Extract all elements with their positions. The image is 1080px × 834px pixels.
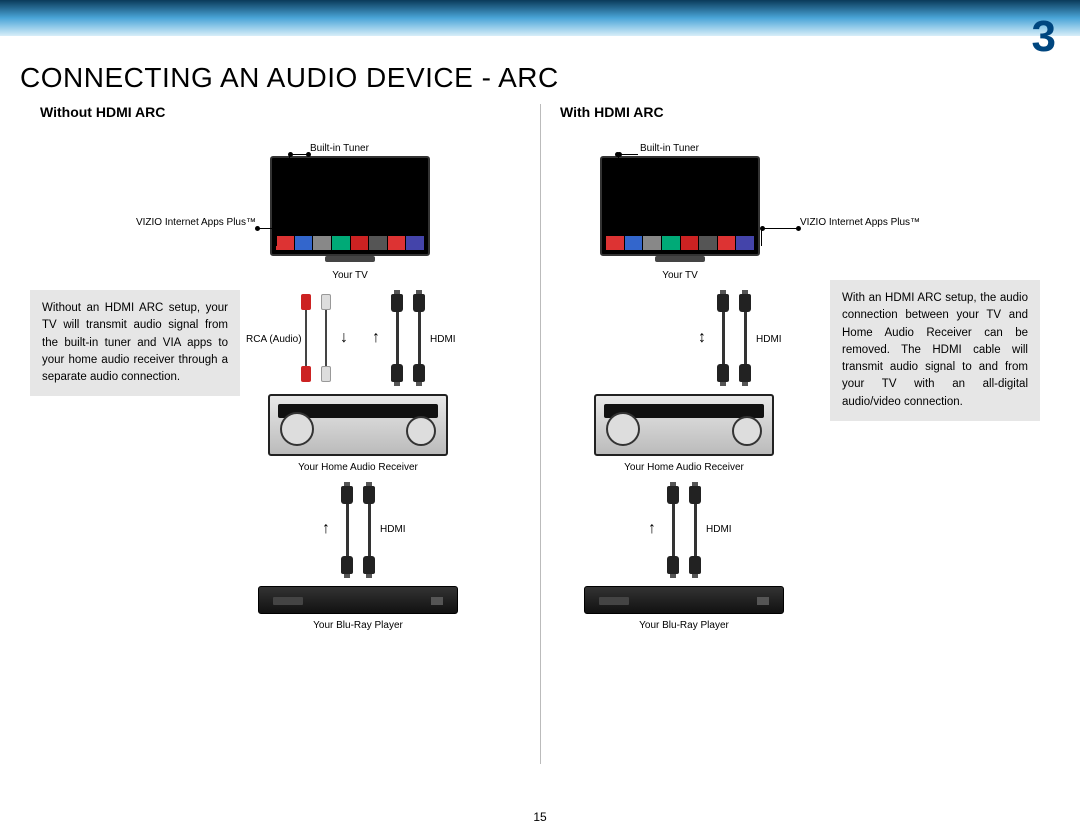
columns-wrap: Without HDMI ARC Built-in Tuner VIZIO In…	[0, 104, 1080, 784]
hdmi-cable-icon	[390, 294, 426, 382]
tv-label: Your TV	[270, 270, 430, 281]
rca-cable-icon	[300, 294, 332, 382]
section-number: 3	[1032, 12, 1056, 62]
receiver-label: Your Home Audio Receiver	[594, 462, 774, 473]
bluray-icon	[584, 586, 784, 614]
page-number: 15	[0, 810, 1080, 824]
column-without-arc: Without HDMI ARC Built-in Tuner VIZIO In…	[0, 104, 540, 784]
cable-label-hdmi: HDMI	[756, 334, 782, 345]
callout-apps: VIZIO Internet Apps Plus™	[800, 217, 920, 228]
hdmi-cable-icon	[716, 294, 752, 382]
callout-line-icon	[289, 154, 290, 166]
hdmi-cable-icon	[340, 486, 376, 574]
tv-label: Your TV	[600, 270, 760, 281]
arrow-up-down-icon: ↕	[698, 329, 706, 347]
cable-label-hdmi: HDMI	[380, 524, 406, 535]
column-heading: With HDMI ARC	[560, 104, 664, 120]
info-box-without-arc: Without an HDMI ARC setup, your TV will …	[30, 290, 240, 396]
cable-label-rca: RCA (Audio)	[246, 334, 302, 345]
header-gradient-band	[0, 0, 1080, 36]
callout-line-icon	[761, 228, 762, 246]
bluray-icon	[258, 586, 458, 614]
arrow-up-icon: ↑	[322, 520, 330, 538]
callout-built-in-tuner: Built-in Tuner	[310, 143, 369, 154]
tv-apps-row-icon	[606, 236, 754, 250]
hdmi-cable-icon	[666, 486, 702, 574]
diagram-with-arc: Built-in Tuner VIZIO Internet Apps Plus™…	[540, 134, 1080, 784]
cable-label-hdmi: HDMI	[706, 524, 732, 535]
column-heading: Without HDMI ARC	[40, 104, 165, 120]
arrow-up-icon: ↑	[372, 329, 380, 347]
callout-line-icon	[762, 228, 798, 229]
callout-line-icon	[276, 228, 277, 246]
callout-built-in-tuner: Built-in Tuner	[640, 143, 699, 154]
callout-line-icon	[618, 154, 619, 166]
page-title: CONNECTING AN AUDIO DEVICE - ARC	[20, 62, 559, 94]
bluray-label: Your Blu-Ray Player	[258, 620, 458, 631]
callout-apps: VIZIO Internet Apps Plus™	[106, 217, 256, 228]
cable-label-hdmi: HDMI	[430, 334, 456, 345]
callout-line-icon	[258, 228, 276, 229]
arrow-up-icon: ↑	[648, 520, 656, 538]
tv-icon	[600, 156, 760, 256]
column-with-arc: With HDMI ARC Built-in Tuner VIZIO Inter…	[540, 104, 1080, 784]
manual-page: 3 CONNECTING AN AUDIO DEVICE - ARC Witho…	[0, 0, 1080, 834]
bluray-label: Your Blu-Ray Player	[584, 620, 784, 631]
receiver-icon	[268, 394, 448, 456]
arrow-down-icon: ↓	[340, 329, 348, 347]
receiver-icon	[594, 394, 774, 456]
tv-icon	[270, 156, 430, 256]
diagram-without-arc: Built-in Tuner VIZIO Internet Apps Plus™…	[0, 134, 540, 784]
info-box-with-arc: With an HDMI ARC setup, the audio connec…	[830, 280, 1040, 421]
tv-apps-row-icon	[276, 236, 424, 250]
receiver-label: Your Home Audio Receiver	[268, 462, 448, 473]
